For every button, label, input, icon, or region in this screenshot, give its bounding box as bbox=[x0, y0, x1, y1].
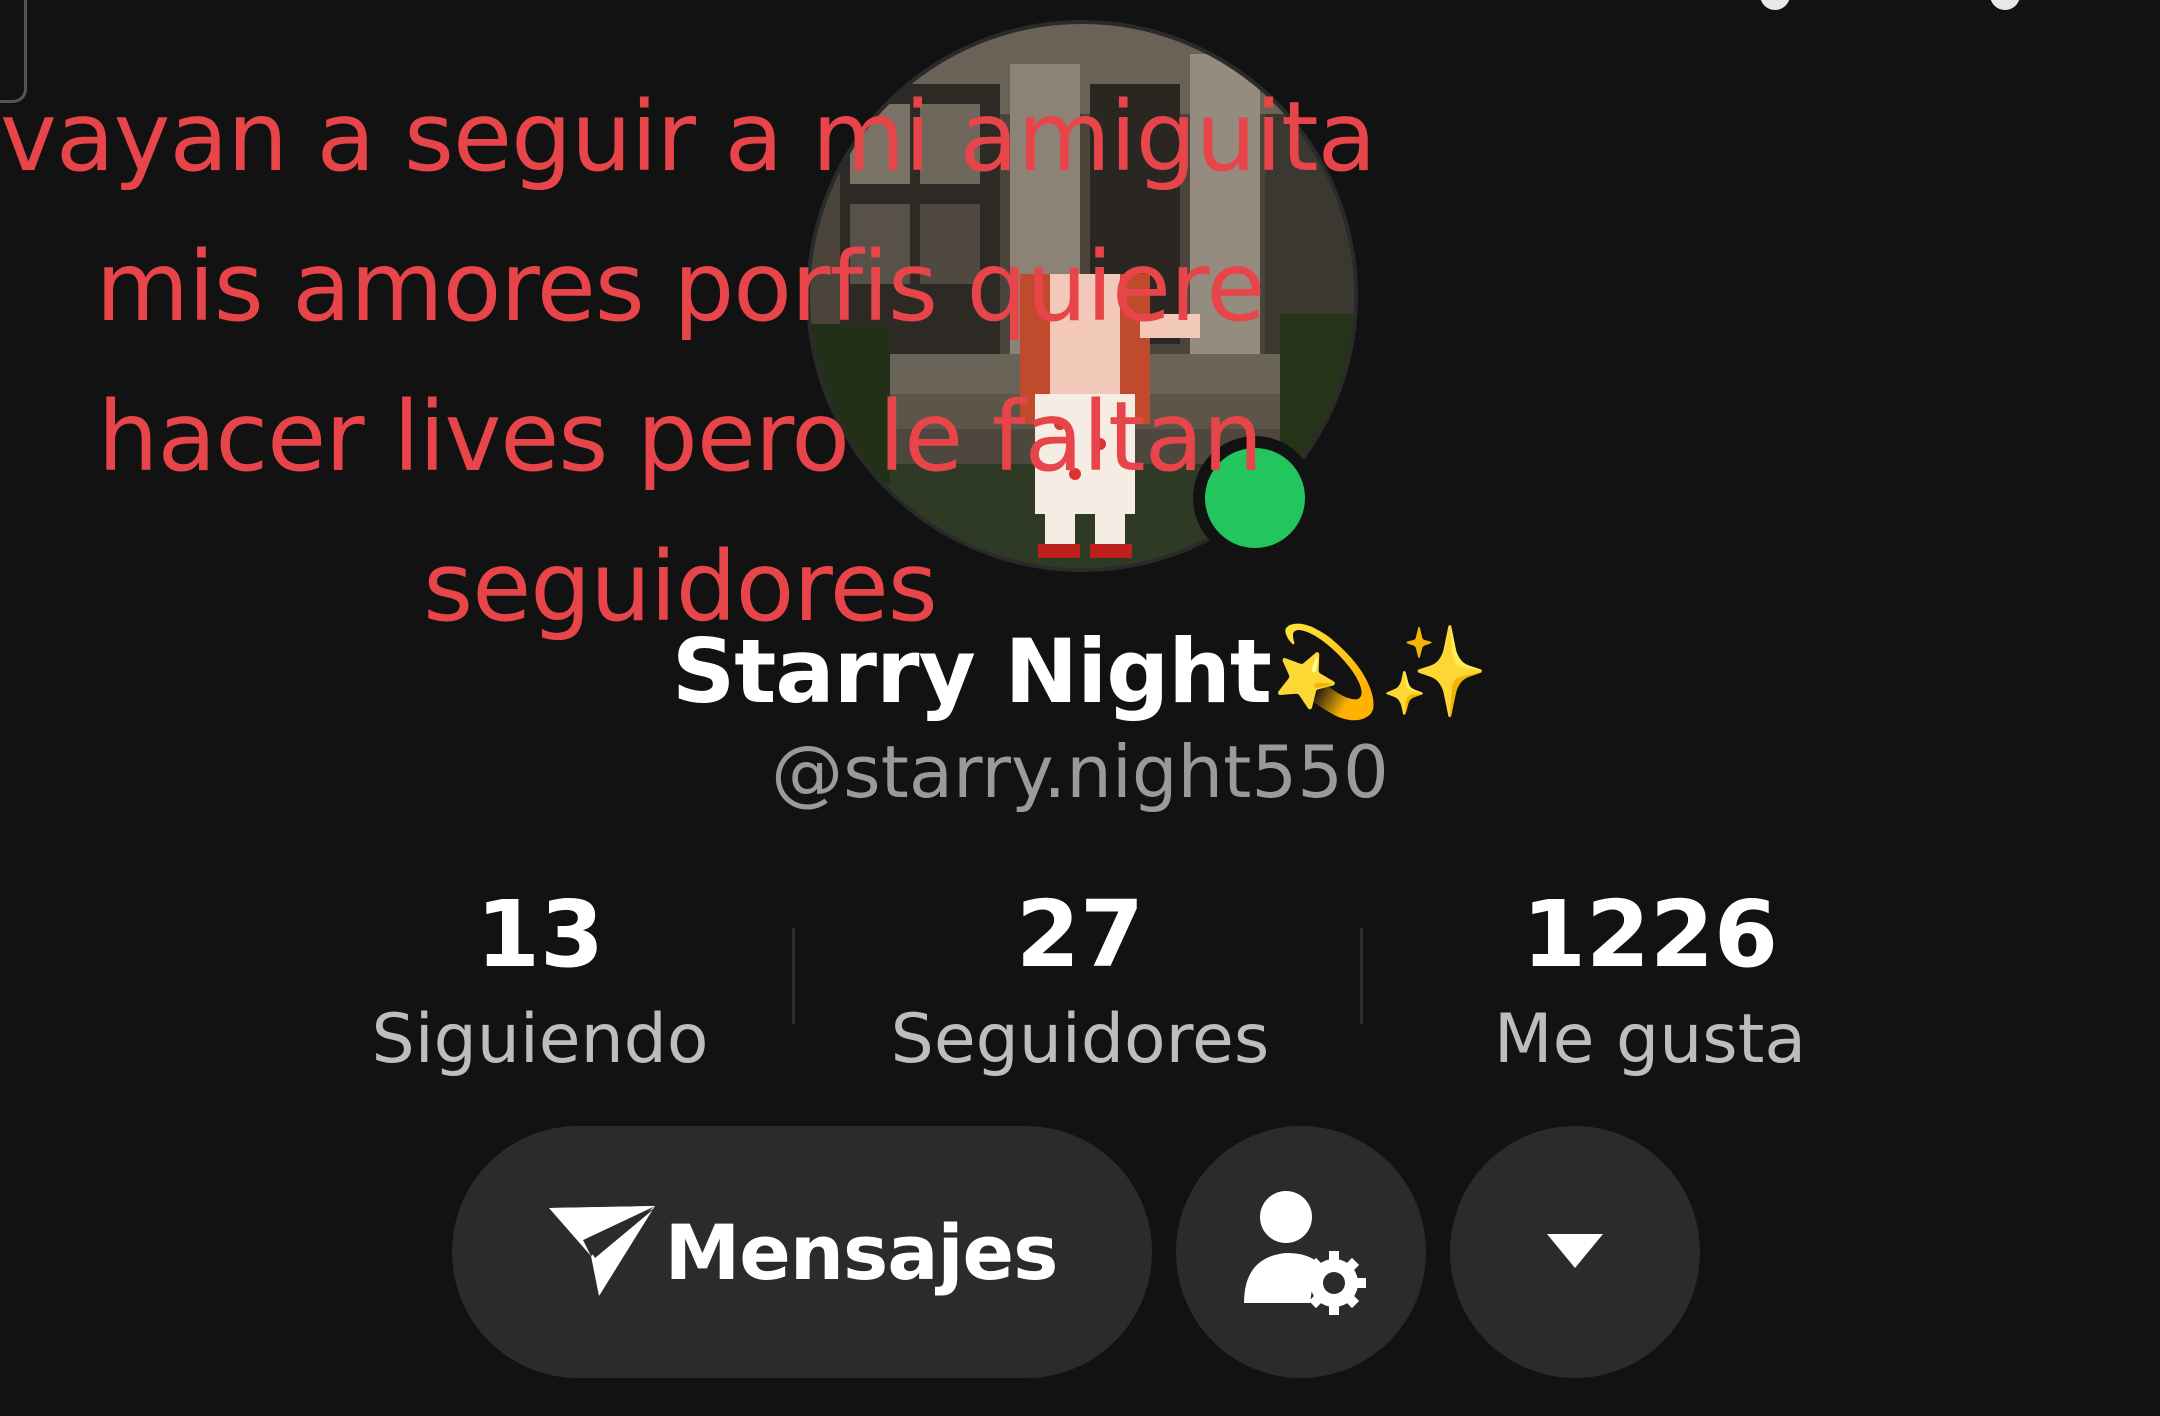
stat-likes-label: Me gusta bbox=[1493, 1000, 1807, 1079]
profile-settings-button[interactable] bbox=[1176, 1126, 1426, 1378]
stat-following-count: 13 bbox=[475, 881, 605, 988]
stat-likes-count: 1226 bbox=[1521, 881, 1779, 988]
stat-divider bbox=[1360, 928, 1363, 1024]
stat-divider bbox=[792, 928, 795, 1024]
stat-following[interactable]: 13 Siguiendo bbox=[280, 880, 800, 1090]
paper-plane-icon bbox=[547, 1200, 659, 1304]
profile-stats: 13 Siguiendo 27 Seguidores 1226 Me gusta bbox=[280, 880, 1880, 1080]
messages-button[interactable]: Mensajes bbox=[452, 1126, 1152, 1378]
status-icon-fragment bbox=[1760, 0, 1790, 10]
stat-following-label: Siguiendo bbox=[371, 1000, 709, 1079]
caption-line: vayan a seguir a mi amiguita bbox=[0, 81, 1376, 193]
profile-display-name: Starry Night💫✨ bbox=[0, 620, 2160, 724]
caption-line: mis amores porfis quiere bbox=[95, 231, 1266, 343]
video-overlay-caption: vayan a seguir a mi amiguita mis amores … bbox=[0, 62, 1376, 662]
messages-button-label: Mensajes bbox=[664, 1207, 1059, 1297]
profile-actions: Mensajes bbox=[0, 1126, 2160, 1378]
display-name-text: Starry Night bbox=[671, 620, 1272, 723]
stat-likes[interactable]: 1226 Me gusta bbox=[1390, 880, 1910, 1090]
display-name-emoji: 💫✨ bbox=[1271, 620, 1489, 723]
person-gear-icon bbox=[1236, 1185, 1366, 1319]
more-options-button[interactable] bbox=[1450, 1126, 1700, 1378]
stat-followers-label: Seguidores bbox=[890, 1000, 1270, 1079]
profile-username[interactable]: @starry.night550 bbox=[0, 730, 2160, 814]
stat-followers-count: 27 bbox=[1015, 881, 1145, 988]
caption-line: hacer lives pero le faltan bbox=[97, 381, 1264, 493]
status-icon-fragment bbox=[1990, 0, 2020, 10]
caret-down-icon bbox=[1545, 1230, 1605, 1274]
stat-followers[interactable]: 27 Seguidores bbox=[820, 880, 1340, 1090]
